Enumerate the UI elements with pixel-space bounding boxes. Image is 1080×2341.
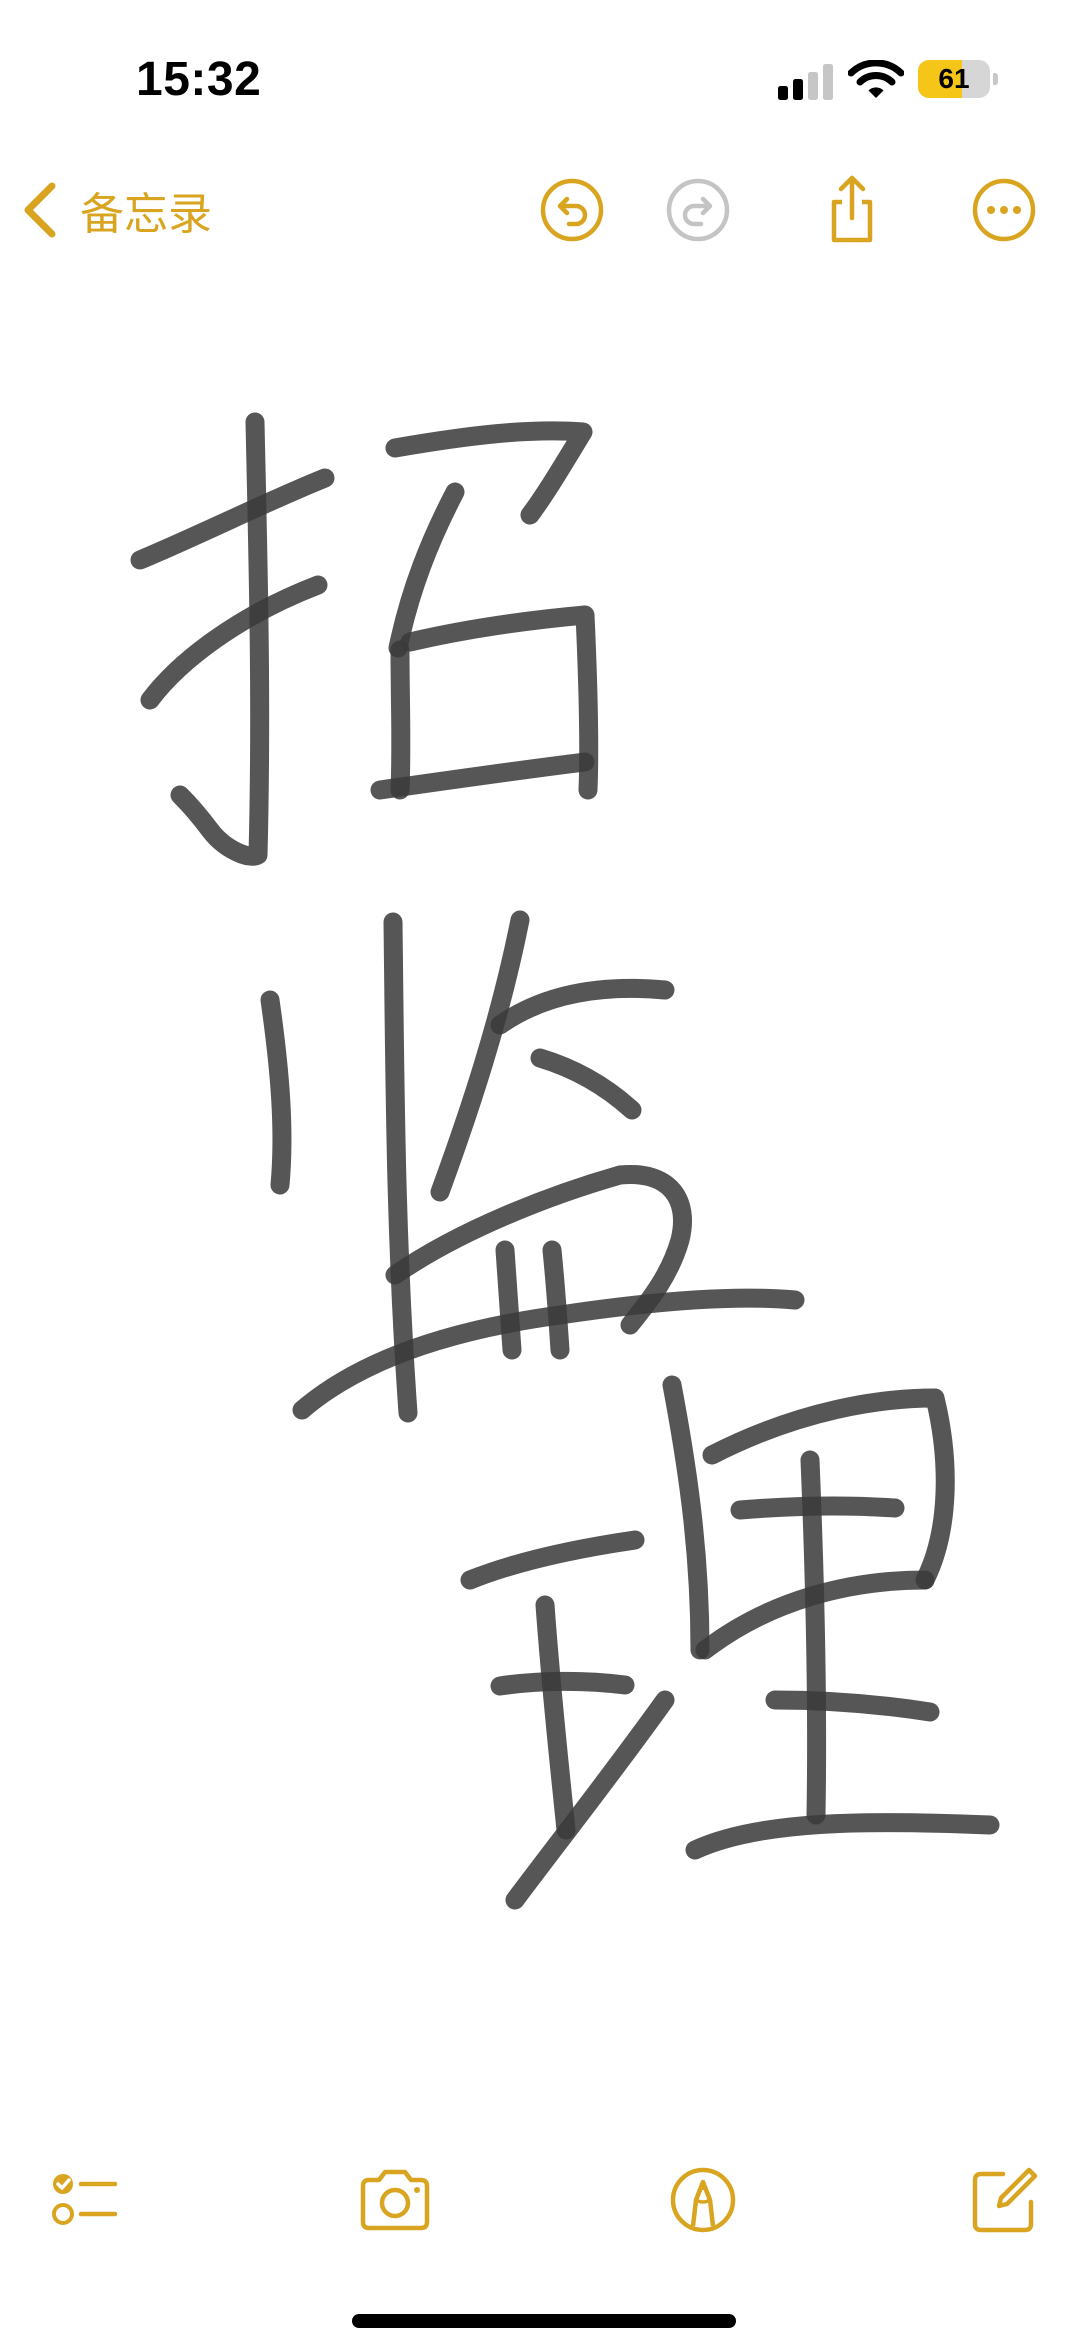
battery-level-text: 61 [938,63,970,94]
ink-stroke [130,468,335,570]
checklist-button[interactable] [45,2160,125,2240]
checklist-icon [52,2174,118,2225]
ink-stroke [370,752,595,800]
markup-button[interactable] [663,2160,743,2240]
back-button-label: 备忘录 [80,189,212,240]
back-to-notes-button[interactable]: 备忘录 [20,178,212,242]
ink-stroke [535,1595,576,1840]
status-bar: 15:32 61 [0,0,1080,150]
ink-stroke [530,1048,642,1120]
camera-icon [360,2169,430,2231]
ink-stroke [542,1240,570,1360]
compose-icon [972,2167,1038,2233]
redo-button[interactable] [662,174,734,246]
status-time: 15:32 [136,53,262,106]
ink-stroke [505,1690,675,1910]
more-icon [972,178,1036,242]
ink-stroke [383,912,418,1423]
undo-button[interactable] [536,174,608,246]
ink-stroke [140,575,328,710]
cellular-signal-icon [778,64,833,100]
ink-stroke [495,1240,522,1360]
redo-icon [666,178,730,242]
ink-stroke [685,1813,1000,1860]
handwriting-canvas[interactable] [0,270,1080,2110]
camera-button[interactable] [355,2160,435,2240]
share-icon [831,175,873,243]
ink-stroke [490,978,675,1035]
ink-stroke [490,1671,635,1696]
home-indicator[interactable] [352,2314,736,2328]
compose-note-button[interactable] [965,2160,1045,2240]
ink-stroke [390,640,411,800]
wifi-icon [848,60,904,98]
markup-pen-icon [670,2167,736,2233]
ink-stroke [800,1450,827,1825]
more-options-button[interactable] [968,174,1040,246]
share-button[interactable] [816,174,888,246]
navigation-bar: 备忘录 [0,150,1080,270]
chevron-left-icon [24,182,56,238]
ink-stroke [765,1690,940,1722]
ink-stroke [702,1388,955,1590]
ink-stroke [292,1288,805,1420]
handwriting-strokes [130,412,1000,1910]
ink-stroke [260,990,292,1195]
notes-drawing-screen: 15:32 61 备忘录 [0,0,1080,2341]
battery-indicator: 61 [918,60,998,98]
ink-stroke [430,910,530,1202]
ink-stroke [385,421,593,525]
ink-stroke [460,1530,645,1590]
bottom-toolbar [0,2150,1080,2250]
undo-icon [540,178,604,242]
ink-stroke [662,1375,710,1660]
